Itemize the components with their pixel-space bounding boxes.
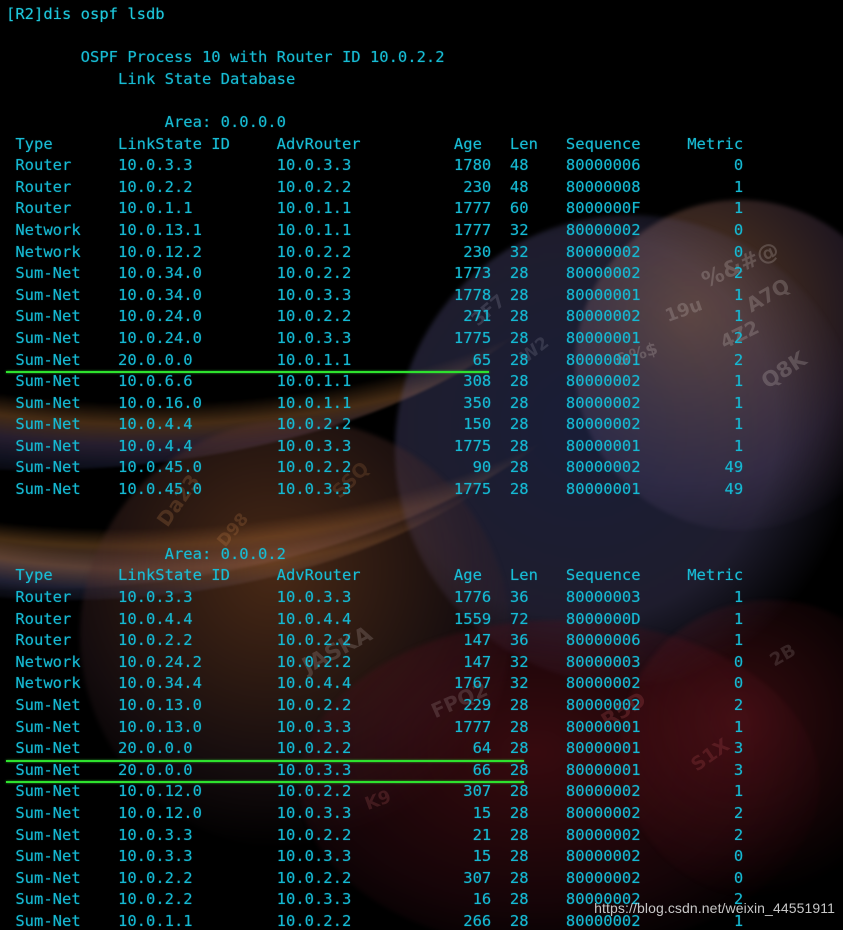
table-row: Sum-Net 10.0.24.0 10.0.3.3 1775 28 80000… xyxy=(6,328,744,347)
table-row: Sum-Net 10.0.3.3 10.0.3.3 15 28 80000002… xyxy=(6,847,744,866)
area-label-0: Area: 0.0.0.0 xyxy=(6,112,286,131)
table-row: Network 10.0.24.2 10.0.2.2 147 32 800000… xyxy=(6,652,744,671)
table-row: Sum-Net 20.0.0.0 10.0.3.3 66 28 80000001… xyxy=(6,760,843,783)
table-row: Sum-Net 10.0.12.0 10.0.2.2 307 28 800000… xyxy=(6,782,744,801)
link-state-database-header: Link State Database xyxy=(6,69,296,88)
table-row: Sum-Net 10.0.13.0 10.0.3.3 1777 28 80000… xyxy=(6,717,744,736)
ospf-process-header: OSPF Process 10 with Router ID 10.0.2.2 xyxy=(6,48,445,67)
table-row: Router 10.0.2.2 10.0.2.2 147 36 80000006… xyxy=(6,631,744,650)
table-row: Sum-Net 10.0.24.0 10.0.2.2 271 28 800000… xyxy=(6,307,744,326)
table-header-row: Type LinkState ID AdvRouter Age Len Sequ… xyxy=(6,566,744,585)
command-prompt-line[interactable]: [R2]dis ospf lsdb xyxy=(6,4,843,26)
table-row: Sum-Net 20.0.0.0 10.0.1.1 65 28 80000001… xyxy=(6,350,843,373)
table-row: Sum-Net 10.0.4.4 10.0.2.2 150 28 8000000… xyxy=(6,415,744,434)
table-row: Router 10.0.4.4 10.0.4.4 1559 72 8000000… xyxy=(6,609,744,628)
table-row: Router 10.0.1.1 10.0.1.1 1777 60 8000000… xyxy=(6,199,744,218)
table-row: Sum-Net 10.0.16.0 10.0.1.1 350 28 800000… xyxy=(6,393,744,412)
table-row: Sum-Net 10.0.45.0 10.0.2.2 90 28 8000000… xyxy=(6,458,744,477)
table-row: Sum-Net 10.0.45.0 10.0.3.3 1775 28 80000… xyxy=(6,480,744,499)
table-row: Sum-Net 10.0.4.4 10.0.3.3 1775 28 800000… xyxy=(6,436,744,455)
table-row: Sum-Net 10.0.12.0 10.0.3.3 15 28 8000000… xyxy=(6,803,744,822)
table-row: Sum-Net 10.0.6.6 10.0.1.1 308 28 8000000… xyxy=(6,372,744,391)
watermark-url: https://blog.csdn.net/weixin_44551911 xyxy=(594,900,835,917)
table-header-row: Type LinkState ID AdvRouter Age Len Sequ… xyxy=(6,134,744,153)
table-row: Router 10.0.2.2 10.0.2.2 230 48 80000008… xyxy=(6,177,744,196)
table-row: Network 10.0.12.2 10.0.2.2 230 32 800000… xyxy=(6,242,744,261)
table-row: Sum-Net 10.0.34.0 10.0.3.3 1778 28 80000… xyxy=(6,285,744,304)
table-row: Sum-Net 10.0.34.0 10.0.2.2 1773 28 80000… xyxy=(6,264,744,283)
table-row: Network 10.0.34.4 10.0.4.4 1767 32 80000… xyxy=(6,674,744,693)
table-row: Network 10.0.13.1 10.0.1.1 1777 32 80000… xyxy=(6,220,744,239)
area-label-1: Area: 0.0.0.2 xyxy=(6,544,286,563)
table-row: Router 10.0.3.3 10.0.3.3 1780 48 8000000… xyxy=(6,156,744,175)
terminal-output[interactable]: [R2]dis ospf lsdb OSPF Process 10 with R… xyxy=(0,0,843,930)
table-row: Sum-Net 10.0.2.2 10.0.2.2 307 28 8000000… xyxy=(6,868,744,887)
terminal-screen: %&#@ A7Q 19u 4Z2 &%$ Q8K 3F7 W2 Da23 D98… xyxy=(0,0,843,930)
table-row: Sum-Net 10.0.13.0 10.0.2.2 229 28 800000… xyxy=(6,696,744,714)
table-row: Router 10.0.3.3 10.0.3.3 1776 36 8000000… xyxy=(6,588,744,607)
table-row: Sum-Net 20.0.0.0 10.0.2.2 64 28 80000001… xyxy=(6,738,843,762)
table-row: Sum-Net 10.0.3.3 10.0.2.2 21 28 80000002… xyxy=(6,825,744,844)
